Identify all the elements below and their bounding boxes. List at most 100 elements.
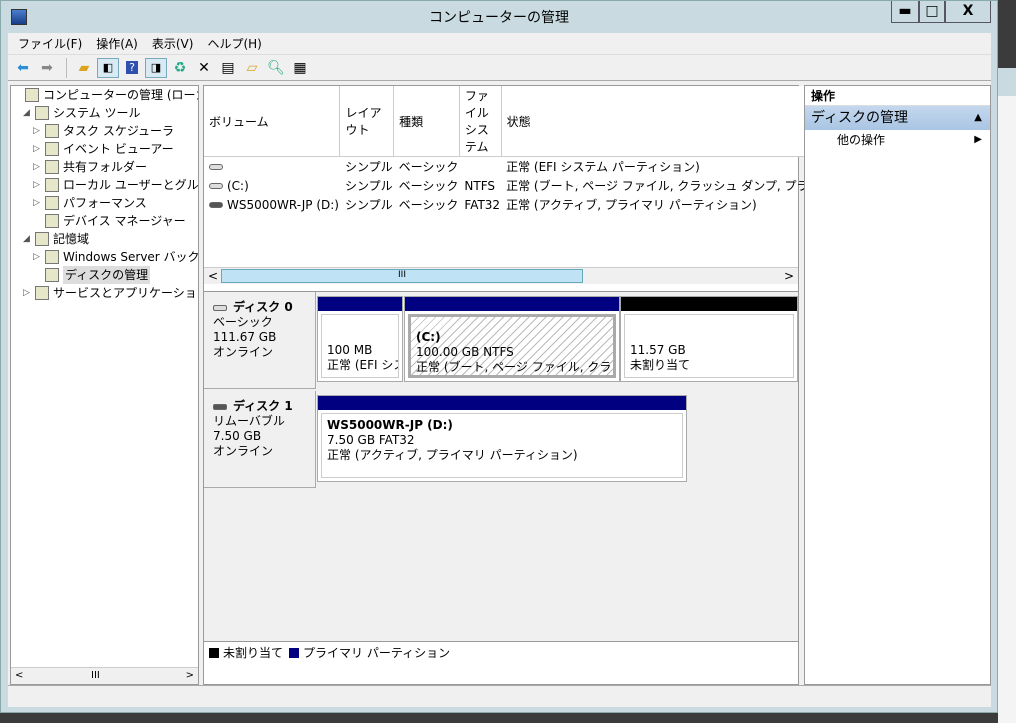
menu-help[interactable]: ヘルプ(H)	[207, 35, 261, 52]
tree-item[interactable]: ▷ サービスとアプリケーション	[11, 284, 198, 302]
tree-node-icon	[45, 214, 59, 228]
column-type[interactable]: 種類	[393, 86, 460, 157]
partition-status: 正常 (EFI システム パーティション)	[327, 358, 398, 372]
minimize-button[interactable]: ▬	[891, 1, 919, 23]
volume-cell: (C:)	[204, 176, 340, 195]
menu-view[interactable]: 表示(V)	[152, 35, 194, 52]
legend-swatch-primary	[289, 647, 300, 658]
tree-node-icon	[45, 250, 59, 264]
partition-size: 100.00 GB NTFS	[416, 345, 514, 359]
maximize-button[interactable]: □	[919, 1, 945, 23]
legend-swatch-unallocated	[209, 647, 219, 658]
tree-item-label: コンピューターの管理 (ローカル)	[43, 88, 198, 102]
tree-node-icon	[45, 268, 59, 282]
partition[interactable]: 11.57 GB 未割り当て	[620, 296, 798, 382]
partition[interactable]: (C:)100.00 GB NTFS正常 (ブート, ページ ファイル, クラッ…	[404, 296, 620, 382]
tree-item[interactable]: ▷ イベント ビューアー	[11, 140, 198, 158]
actions-header: 操作	[805, 86, 990, 106]
actions-more-actions[interactable]: 他の操作 ▶	[805, 130, 990, 150]
tree-node-icon	[35, 286, 49, 300]
disk-icon	[213, 404, 227, 410]
expand-arrow-icon[interactable]: ▷	[33, 158, 45, 176]
search-icon[interactable]: 🔍︎	[265, 58, 287, 78]
background-window	[998, 68, 1016, 723]
partition-type-bar	[318, 396, 686, 410]
expand-arrow-icon[interactable]: ▷	[33, 194, 45, 212]
expand-arrow-icon[interactable]: ▷	[33, 176, 45, 194]
up-folder-icon[interactable]: ▰	[73, 58, 95, 78]
menu-file[interactable]: ファイル(F)	[18, 35, 82, 52]
tree-horizontal-scrollbar[interactable]: < III >	[11, 667, 198, 684]
partition-title: WS5000WR-JP (D:)	[327, 418, 453, 432]
toolbar-separator	[66, 57, 67, 78]
tree-node-icon	[45, 160, 59, 174]
back-icon[interactable]: ⬅	[12, 58, 34, 78]
expand-arrow-icon[interactable]: ▷	[23, 284, 35, 302]
volume-cell: FAT32	[464, 197, 501, 212]
tree-item[interactable]: デバイス マネージャー	[11, 212, 198, 230]
tree-item[interactable]: ▷ ローカル ユーザーとグループ	[11, 176, 198, 194]
forward-icon[interactable]: ➡	[36, 58, 58, 78]
actions-section-disk-management[interactable]: ディスクの管理 ▲	[805, 106, 990, 130]
partition-type-bar	[621, 297, 797, 311]
toolbar: ⬅ ➡ ▰ ◧ ? ◨ ♻ ✕ ▤ ▱ 🔍︎ ▦	[8, 55, 991, 81]
expand-arrow-icon[interactable]: ▷	[33, 140, 45, 158]
column-volume[interactable]: ボリューム	[204, 86, 341, 157]
tree-node-icon	[35, 232, 49, 246]
tree-item-label: Windows Server バックアップ	[63, 250, 198, 264]
column-filesystem[interactable]: ファイル システム	[459, 86, 502, 157]
disk-0-info[interactable]: ディスク 0 ベーシック 111.67 GB オンライン	[204, 292, 316, 389]
tree-item[interactable]: ◢ 記憶域	[11, 230, 198, 248]
tree-item-label: パフォーマンス	[63, 196, 147, 210]
volume-cell: NTFS	[464, 178, 496, 193]
expand-arrow-icon[interactable]: ◢	[23, 104, 35, 122]
disk-1-info[interactable]: ディスク 1 リムーバブル 7.50 GB オンライン	[204, 391, 316, 488]
expand-arrow-icon[interactable]: ▷	[33, 122, 45, 140]
menu-action[interactable]: 操作(A)	[96, 35, 138, 52]
close-button[interactable]: X	[945, 1, 991, 23]
tree-item[interactable]: ▷ パフォーマンス	[11, 194, 198, 212]
settings-icon[interactable]: ▦	[289, 58, 311, 78]
computer-management-icon	[11, 9, 27, 25]
volume-cell: ベーシック	[398, 198, 459, 212]
help-icon[interactable]: ?	[121, 58, 143, 78]
tree-node-icon	[45, 178, 59, 192]
partition-size: 100 MB	[327, 343, 373, 357]
menu-bar: ファイル(F) 操作(A) 表示(V) ヘルプ(H)	[8, 33, 991, 55]
volume-cell: WS5000WR-JP (D:)	[204, 195, 340, 214]
tree-item[interactable]: ▷ 共有フォルダー	[11, 158, 198, 176]
tree-node-icon	[25, 88, 39, 102]
background-window-title	[998, 68, 1016, 96]
properties-icon[interactable]: ▤	[217, 58, 239, 78]
tree-item-label: システム ツール	[53, 106, 141, 120]
show-hide-action-icon[interactable]: ◨	[145, 57, 167, 78]
expand-arrow-icon[interactable]: ▷	[33, 248, 45, 266]
tree-item[interactable]: コンピューターの管理 (ローカル)	[11, 86, 198, 104]
column-layout[interactable]: レイアウト	[339, 86, 395, 157]
volume-cell	[459, 157, 501, 177]
volume-horizontal-scrollbar[interactable]: < III >	[204, 267, 798, 284]
tree-item[interactable]: ディスクの管理	[11, 266, 198, 284]
partition[interactable]: 100 MB正常 (EFI システム パーティション)	[317, 296, 403, 382]
refresh-icon[interactable]: ♻	[169, 58, 191, 78]
scrollbar-thumb[interactable]: III	[221, 269, 583, 283]
delete-icon[interactable]: ✕	[193, 58, 215, 78]
tree-item[interactable]: ▷ Windows Server バックアップ	[11, 248, 198, 266]
partition-size: 7.50 GB FAT32	[327, 433, 415, 447]
partition[interactable]: WS5000WR-JP (D:) 7.50 GB FAT32 正常 (アクティブ, …	[317, 395, 687, 482]
disk-name: ディスク 0	[233, 300, 293, 314]
open-icon[interactable]: ▱	[241, 58, 263, 78]
disk-size: 7.50 GB	[213, 429, 262, 443]
disk-graph-view: 未割り当て プライマリ パーティション ディスク 0 ベーシック 111.67 GB…	[204, 291, 798, 663]
show-hide-tree-icon[interactable]: ◧	[97, 57, 119, 78]
expand-arrow-icon[interactable]: ◢	[23, 230, 35, 248]
disk-type: ベーシック	[213, 315, 273, 329]
tree-item[interactable]: ▷ タスク スケジューラ	[11, 122, 198, 140]
collapse-icon[interactable]: ▲	[974, 106, 982, 130]
tree-node-icon	[45, 142, 59, 156]
tree-node-icon	[35, 106, 49, 120]
tree-item-label: 記憶域	[53, 232, 90, 246]
tree-item[interactable]: ◢ システム ツール	[11, 104, 198, 122]
disk-name: ディスク 1	[233, 399, 293, 413]
drive-icon	[209, 183, 223, 189]
